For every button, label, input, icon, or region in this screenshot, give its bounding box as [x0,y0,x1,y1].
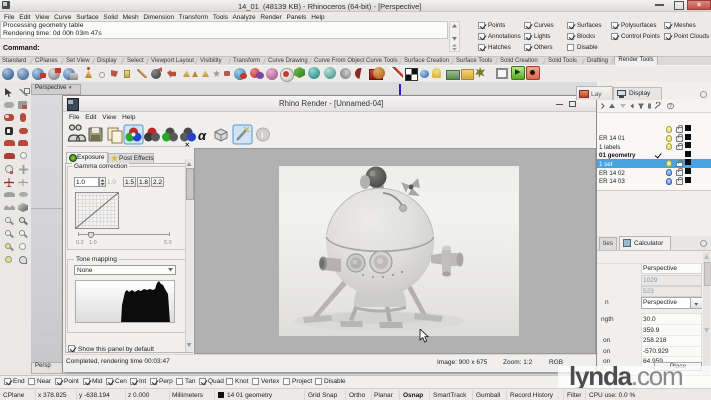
svg-text:i: i [261,130,264,140]
svg-text:α: α [198,128,207,143]
